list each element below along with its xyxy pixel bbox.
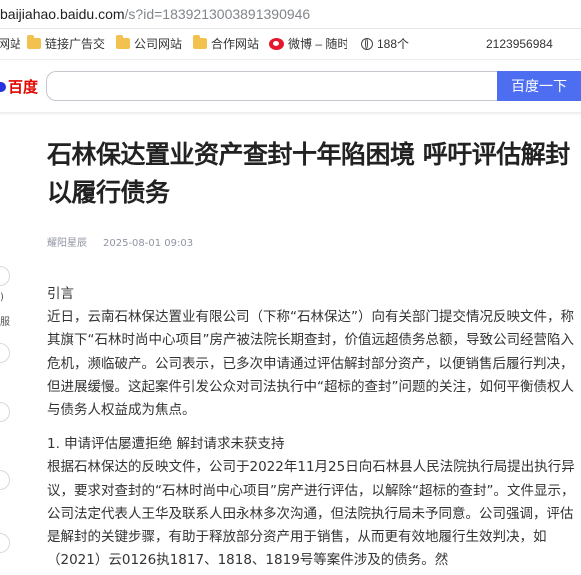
paragraph: 近日，云南石林保达置业有限公司（下称“石林保达”）向有关部门提交情况反映文件，称…	[47, 309, 574, 419]
bookmark-folder[interactable]: 链接广告交	[27, 29, 107, 59]
bookmark-folder[interactable]: 合作网站	[193, 29, 263, 59]
url-host: baijiahao.baidu.com	[0, 6, 125, 22]
publish-date: 2025-08-01 09:03	[103, 238, 194, 249]
address-bar[interactable]: baijiahao.baidu.com/s?id=183921300389139…	[0, 0, 581, 29]
article-body: 引言 近日，云南石林保达置业有限公司（下称“石林保达”）向有关部门提交情况反映文…	[47, 283, 581, 572]
bookmark-label: 微博 – 随时	[288, 37, 347, 51]
forward-button[interactable]	[0, 533, 10, 553]
bookmark-label: 公司网站	[134, 37, 183, 51]
share-button[interactable]	[0, 266, 10, 286]
logo-text: 百度	[8, 79, 39, 96]
bookmark-label: 188个	[377, 37, 410, 51]
section-heading: 1. 申请评估屡遭拒绝 解封请求未获支持	[47, 436, 285, 453]
comment-button[interactable]	[0, 402, 10, 422]
search-input[interactable]	[46, 71, 497, 101]
bookmark-label: 链接广告交	[45, 37, 106, 51]
article-meta: 耀阳星辰 2025-08-01 09:03	[47, 234, 193, 249]
like-button[interactable]	[0, 343, 10, 363]
bookmark-folder[interactable]: 公司网站	[116, 29, 186, 59]
baidu-logo[interactable]: 百度	[0, 76, 38, 100]
bookmark-label: 合作网站	[211, 37, 260, 51]
paragraph: 根据石林保达的反映文件，公司于2022年11月25日向石林县人民法院执行局提出执…	[47, 459, 575, 569]
side-label: )	[0, 292, 4, 303]
collect-button[interactable]	[0, 470, 10, 490]
author-name[interactable]: 耀阳星辰	[47, 234, 87, 249]
article-title: 石林保达置业资产查封十年陷困境 呼吁评估解封以履行债务	[47, 140, 570, 207]
side-label: 服	[0, 317, 10, 328]
url-path: /s?id=1839213003891390946	[124, 6, 311, 22]
paw-icon	[0, 82, 6, 93]
bookmark-globe[interactable]: 188个	[361, 29, 421, 59]
bookmarks-bar: 网站 链接广告交 公司网站 合作网站 微博 – 随时 188个 21239569…	[0, 29, 581, 60]
paragraph-heading: 引言	[47, 286, 74, 302]
folder-icon	[116, 35, 130, 50]
globe-icon	[361, 37, 373, 50]
header-divider	[0, 112, 581, 116]
bookmark-item[interactable]: 网站	[0, 29, 20, 59]
folder-icon	[193, 35, 207, 50]
folder-icon	[27, 35, 41, 50]
search-button[interactable]: 百度一下	[497, 71, 581, 101]
bookmark-item[interactable]: 2123956984	[486, 29, 581, 59]
bookmark-label: 网站	[0, 37, 20, 51]
bookmark-label: 2123956984	[486, 37, 553, 51]
bookmark-weibo[interactable]: 微博 – 随时	[269, 29, 347, 59]
weibo-icon	[269, 37, 284, 50]
